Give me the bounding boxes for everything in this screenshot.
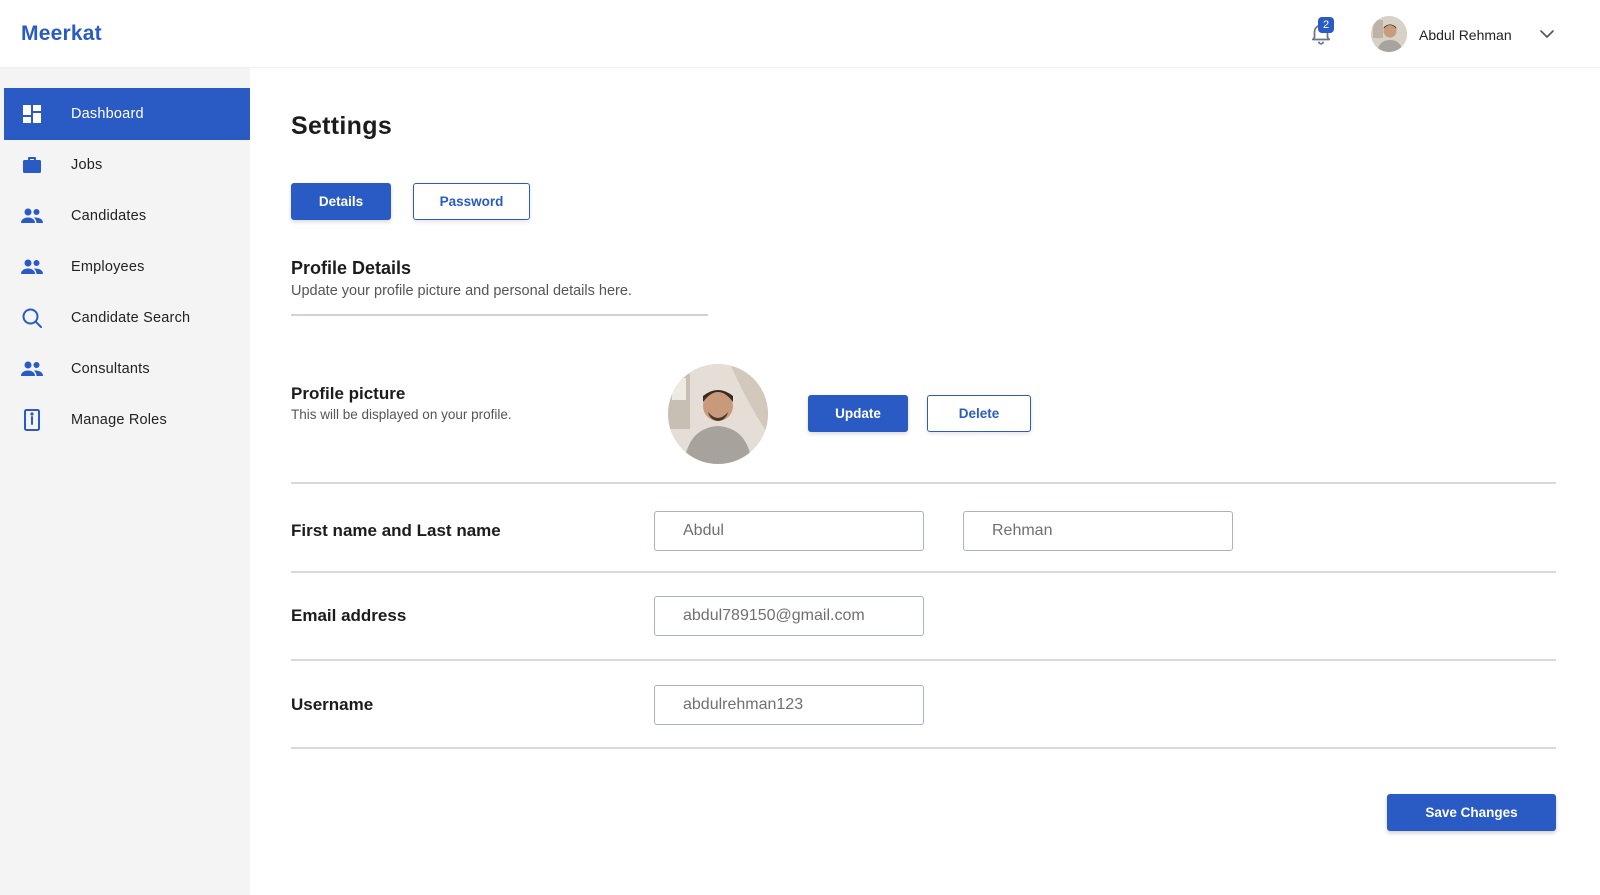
- tab-details[interactable]: Details: [291, 183, 391, 220]
- badge-icon: [20, 408, 44, 432]
- tab-password[interactable]: Password: [413, 183, 530, 220]
- username-label: Username: [291, 695, 374, 714]
- top-bar: Meerkat 2 Abdul Rehman: [0, 0, 1600, 68]
- sidebar-item-label: Manage Roles: [71, 412, 167, 428]
- sidebar-item-label: Dashboard: [71, 106, 144, 122]
- first-name-input[interactable]: [654, 511, 924, 551]
- sidebar-item-employees[interactable]: Employees: [4, 241, 250, 293]
- delete-picture-button[interactable]: Delete: [927, 395, 1031, 432]
- profile-picture-subtitle: This will be displayed on your profile.: [291, 407, 512, 422]
- briefcase-icon: [20, 153, 44, 177]
- sidebar-item-consultants[interactable]: Consultants: [4, 343, 250, 395]
- row-divider: [291, 571, 1556, 573]
- sidebar-item-dashboard[interactable]: Dashboard: [4, 88, 250, 140]
- save-changes-button[interactable]: Save Changes: [1387, 794, 1556, 831]
- section-title: Profile Details: [291, 258, 412, 278]
- row-divider: [291, 659, 1556, 661]
- section-divider: [291, 314, 708, 316]
- row-divider: [291, 747, 1556, 749]
- profile-picture: [668, 364, 768, 464]
- page-title: Settings: [291, 112, 393, 140]
- sidebar-item-candidate-search[interactable]: Candidate Search: [4, 292, 250, 344]
- main-content: Settings Details Password Profile Detail…: [250, 68, 1600, 895]
- sidebar-item-candidates[interactable]: Candidates: [4, 190, 250, 242]
- name-label: First name and Last name: [291, 521, 501, 540]
- people-icon: [20, 204, 44, 228]
- profile-picture-label: Profile picture: [291, 384, 406, 403]
- chevron-down-icon[interactable]: [1538, 25, 1556, 43]
- people-icon: [20, 357, 44, 381]
- notification-badge: 2: [1318, 17, 1334, 33]
- row-divider: [291, 482, 1556, 484]
- email-label: Email address: [291, 606, 407, 625]
- sidebar-item-jobs[interactable]: Jobs: [4, 139, 250, 191]
- sidebar-item-label: Consultants: [71, 361, 150, 377]
- update-picture-button[interactable]: Update: [808, 395, 908, 432]
- sidebar-item-label: Candidate Search: [71, 310, 191, 326]
- search-icon: [20, 306, 44, 330]
- user-avatar[interactable]: [1371, 16, 1407, 52]
- user-name[interactable]: Abdul Rehman: [1419, 27, 1512, 43]
- email-field[interactable]: [654, 596, 924, 636]
- username-field[interactable]: [654, 685, 924, 725]
- section-subtitle: Update your profile picture and personal…: [291, 283, 632, 299]
- last-name-input[interactable]: [963, 511, 1233, 551]
- people-icon: [20, 255, 44, 279]
- sidebar: Dashboard Jobs Candidates Employees Cand…: [0, 68, 250, 895]
- sidebar-item-manage-roles[interactable]: Manage Roles: [4, 394, 250, 446]
- sidebar-item-label: Employees: [71, 259, 145, 275]
- sidebar-item-label: Jobs: [71, 157, 103, 173]
- dashboard-icon: [20, 102, 44, 126]
- sidebar-item-label: Candidates: [71, 208, 147, 224]
- brand-logo[interactable]: Meerkat: [21, 22, 102, 46]
